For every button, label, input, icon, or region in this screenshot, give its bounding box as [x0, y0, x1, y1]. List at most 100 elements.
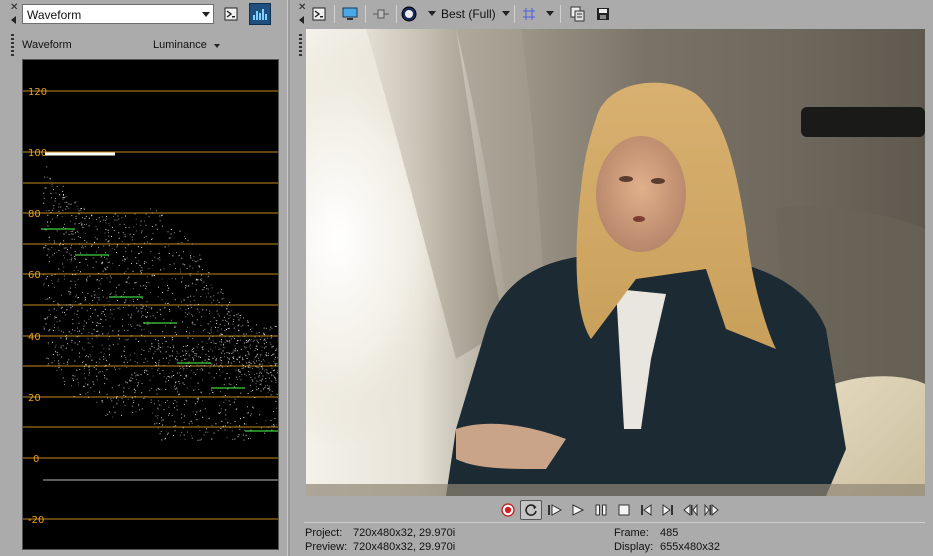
waveform-sample: [102, 296, 104, 298]
waveform-sample: [64, 383, 65, 385]
waveform-sample: [107, 229, 109, 231]
waveform-sample: [102, 289, 104, 291]
waveform-sample: [146, 323, 148, 325]
waveform-mode-label[interactable]: Luminance: [153, 39, 207, 51]
waveform-sample: [208, 292, 209, 294]
waveform-sample: [62, 270, 64, 272]
waveform-sample: [144, 309, 146, 311]
waveform-sample: [52, 354, 54, 356]
split-screen-button[interactable]: [370, 3, 392, 25]
waveform-sample: [171, 375, 173, 377]
waveform-sample: [141, 298, 143, 300]
waveform-sample: [91, 333, 93, 335]
waveform-sample: [196, 364, 198, 366]
scope-type-dropdown[interactable]: Waveform: [22, 4, 214, 24]
waveform-sample: [167, 285, 168, 287]
waveform-sample: [261, 350, 263, 352]
waveform-sample: [66, 334, 67, 336]
waveform-sample: [136, 324, 138, 326]
waveform-sample: [220, 357, 222, 359]
waveform-sample: [54, 273, 56, 275]
waveform-sample: [228, 383, 230, 385]
dock-arrow-icon[interactable]: [11, 16, 16, 24]
waveform-sample: [240, 418, 241, 420]
waveform-sample: [132, 288, 134, 289]
waveform-sample: [144, 372, 146, 374]
video-frame[interactable]: [306, 29, 925, 496]
waveform-sample: [189, 275, 191, 277]
waveform-sample: [247, 340, 249, 342]
panel-grip[interactable]: [11, 34, 14, 56]
close-icon[interactable]: ✕: [10, 3, 18, 13]
waveform-sample: [277, 357, 278, 359]
waveform-sample: [254, 373, 255, 375]
waveform-sample: [98, 287, 100, 289]
save-snapshot-button[interactable]: [592, 3, 614, 25]
waveform-sample: [141, 382, 143, 384]
waveform-sample: [84, 297, 86, 299]
play-from-start-button[interactable]: [545, 500, 565, 520]
close-icon[interactable]: ✕: [298, 3, 306, 13]
preview-settings-button[interactable]: [308, 3, 330, 25]
waveform-sample: [211, 424, 213, 426]
external-monitor-button[interactable]: [339, 3, 361, 25]
record-button[interactable]: [498, 500, 518, 520]
previous-frame-button[interactable]: [636, 500, 656, 520]
waveform-sample: [190, 295, 192, 297]
settings-button[interactable]: [220, 3, 242, 25]
waveform-sample: [145, 213, 147, 215]
waveform-sample: [91, 295, 93, 297]
waveform-sample: [135, 375, 137, 377]
waveform-sample: [164, 325, 166, 327]
dock-arrow-icon[interactable]: [299, 16, 304, 24]
waveform-sample: [90, 307, 91, 309]
waveform-sample: [172, 350, 174, 352]
waveform-sample: [125, 359, 127, 361]
chevron-down-icon[interactable]: [428, 11, 436, 16]
play-button[interactable]: [568, 500, 588, 520]
next-marker-button[interactable]: [702, 500, 722, 520]
waveform-sample: [245, 347, 247, 349]
stop-button[interactable]: [614, 500, 634, 520]
overlays-button[interactable]: [398, 3, 420, 25]
waveform-sample: [256, 372, 258, 374]
grid-button[interactable]: [518, 3, 540, 25]
waveform-sample: [88, 318, 90, 320]
waveform-sample: [58, 362, 60, 364]
waveform-sample: [43, 192, 45, 194]
update-scopes-button[interactable]: [249, 3, 271, 25]
waveform-sample: [102, 371, 104, 373]
waveform-sample: [273, 424, 275, 426]
panel-grip[interactable]: [299, 34, 302, 56]
waveform-sample: [245, 341, 247, 343]
waveform-sample: [140, 220, 142, 222]
loop-playback-button[interactable]: [520, 500, 542, 520]
pause-button[interactable]: [591, 500, 611, 520]
waveform-sample: [219, 324, 221, 326]
waveform-sample: [194, 403, 196, 405]
waveform-sample: [51, 247, 53, 248]
previous-marker-button[interactable]: [680, 500, 700, 520]
waveform-sample: [246, 362, 248, 364]
waveform-sample: [248, 362, 250, 364]
preview-quality-label[interactable]: Best (Full): [441, 7, 496, 21]
next-frame-button[interactable]: [658, 500, 678, 520]
waveform-sample: [124, 302, 126, 304]
waveform-sample: [121, 355, 122, 357]
waveform-sample: [199, 368, 201, 370]
waveform-sample: [116, 252, 117, 254]
chevron-down-icon[interactable]: [502, 11, 510, 16]
waveform-sample: [221, 420, 223, 422]
waveform-sample: [102, 311, 104, 313]
copy-snapshot-button[interactable]: [567, 3, 589, 25]
waveform-sample: [224, 335, 226, 337]
waveform-sample: [124, 339, 126, 341]
waveform-sample: [62, 186, 64, 187]
waveform-sample: [74, 274, 76, 276]
waveform-sample: [174, 386, 176, 388]
waveform-sample: [224, 330, 226, 331]
waveform-sample: [74, 342, 76, 344]
waveform-sample: [72, 233, 74, 235]
chevron-down-icon[interactable]: [214, 44, 220, 48]
chevron-down-icon[interactable]: [546, 11, 554, 16]
